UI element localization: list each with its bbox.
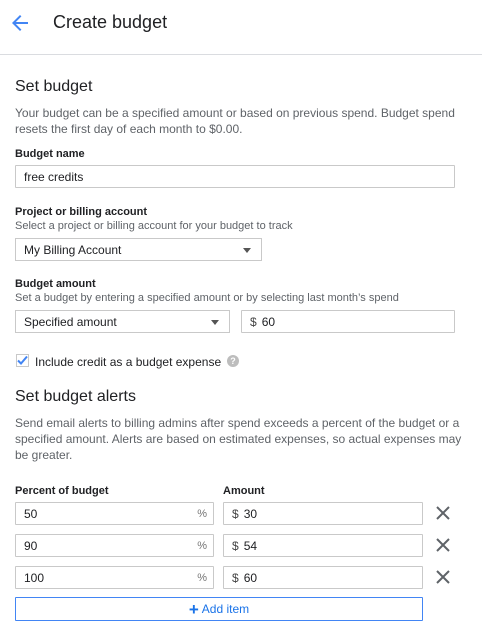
percent-input[interactable]: 90 % [15, 534, 214, 557]
add-item-label: Add item [201, 602, 250, 616]
project-selected-value: My Billing Account [24, 242, 122, 257]
budget-amount-label: Budget amount [15, 278, 96, 290]
percent-column-header: Percent of budget [15, 485, 109, 497]
budget-amount-help: Set a budget by entering a specified amo… [15, 292, 399, 304]
amount-type-value: Specified amount [24, 314, 117, 329]
percent-value: 100 [24, 570, 45, 585]
alert-amount-input[interactable]: $ 54 [223, 534, 423, 557]
currency-symbol: $ [232, 506, 239, 521]
header: Create budget [0, 0, 482, 55]
budget-name-input[interactable]: free credits [15, 165, 455, 188]
arrow-back-icon[interactable] [8, 11, 32, 35]
set-budget-description: Your budget can be a specified amount or… [15, 106, 455, 136]
alert-amount-input[interactable]: $ 60 [223, 566, 423, 589]
plus-icon: + [188, 599, 199, 619]
percent-suffix: % [197, 508, 207, 520]
page-title: Create budget [53, 12, 168, 32]
budget-amount-input[interactable]: $ 60 [241, 310, 455, 333]
close-icon[interactable] [435, 505, 451, 521]
percent-suffix: % [197, 572, 207, 584]
amount-type-select[interactable]: Specified amount [15, 310, 230, 333]
set-budget-heading: Set budget [15, 78, 93, 95]
project-help: Select a project or billing account for … [15, 220, 293, 232]
alert-amount-value: 60 [243, 570, 258, 585]
currency-symbol: $ [232, 538, 239, 553]
percent-input[interactable]: 50 % [15, 502, 214, 525]
currency-symbol: $ [232, 570, 239, 585]
alert-amount-value: 54 [243, 538, 258, 553]
close-icon[interactable] [435, 537, 451, 553]
currency-symbol: $ [250, 314, 257, 329]
dropdown-arrow-icon [211, 320, 219, 325]
alert-amount-input[interactable]: $ 30 [223, 502, 423, 525]
budget-amount-value: 60 [261, 314, 276, 329]
budget-name-value: free credits [24, 169, 84, 184]
budget-name-label: Budget name [15, 148, 85, 160]
alerts-description: Send email alerts to billing admins afte… [15, 416, 462, 462]
percent-suffix: % [197, 540, 207, 552]
dropdown-arrow-icon [243, 248, 251, 253]
percent-value: 90 [24, 538, 38, 553]
project-select[interactable]: My Billing Account [15, 238, 262, 261]
help-icon[interactable]: ? [227, 355, 239, 367]
project-label: Project or billing account [15, 206, 148, 218]
include-credit-checkbox[interactable] [16, 354, 29, 367]
close-icon[interactable] [435, 569, 451, 585]
include-credit-label: Include credit as a budget expense [35, 355, 222, 369]
amount-column-header: Amount [223, 485, 265, 497]
percent-value: 50 [24, 506, 38, 521]
alert-amount-value: 30 [243, 506, 258, 521]
percent-input[interactable]: 100 % [15, 566, 214, 589]
set-budget-alerts-heading: Set budget alerts [15, 388, 136, 405]
add-item-button[interactable]: + Add item [15, 597, 423, 621]
